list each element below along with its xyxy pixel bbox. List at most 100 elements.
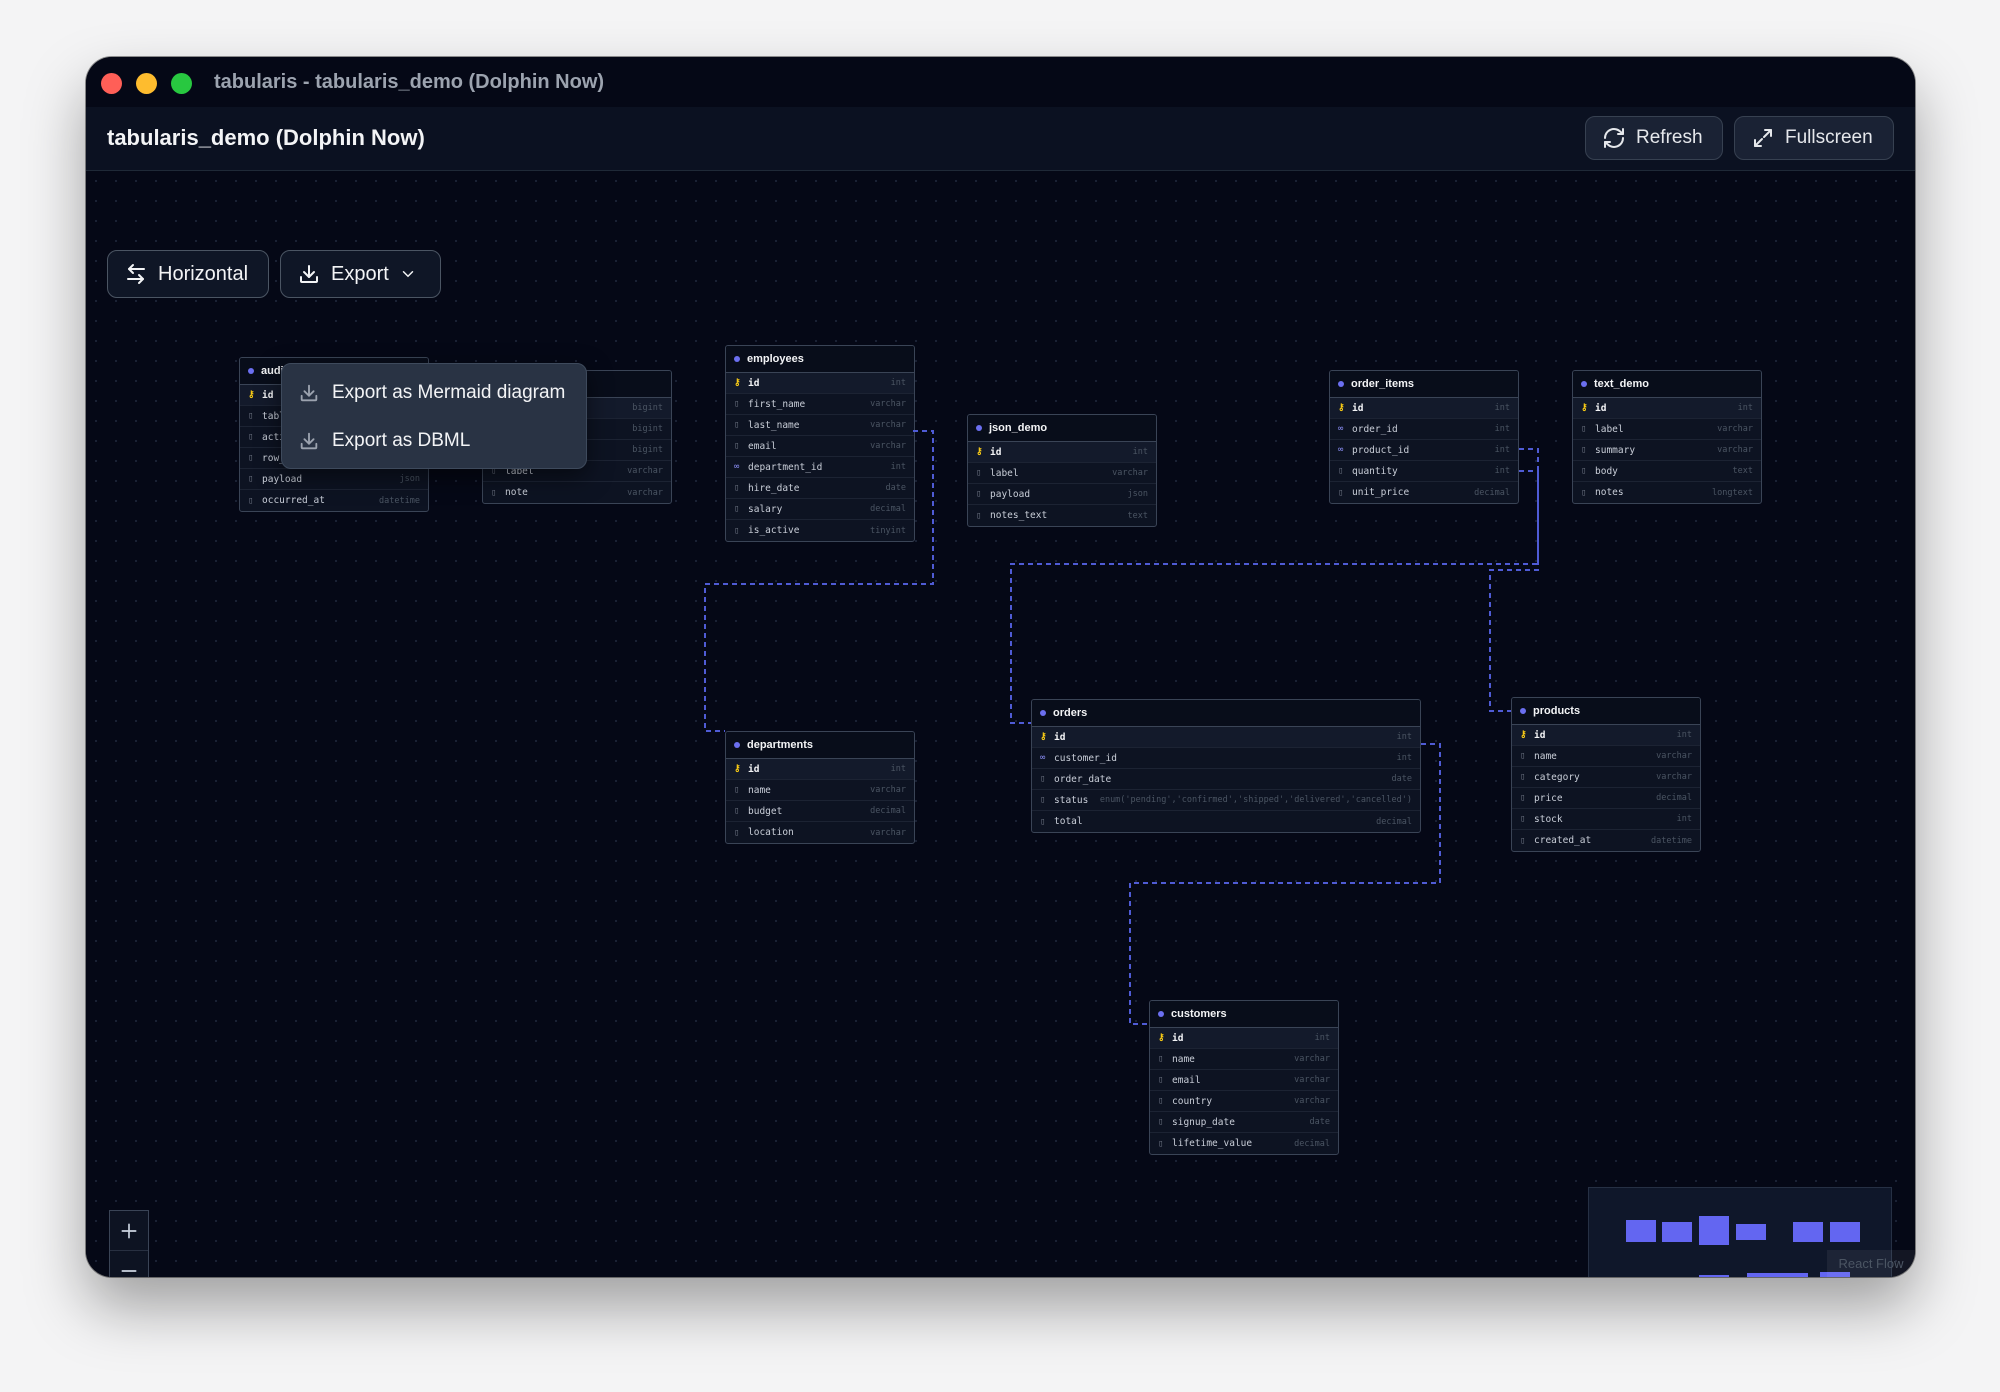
minus-icon [121,1269,137,1272]
column-row[interactable]: ▯ status enum('pending','confirmed','shipp… [1032,790,1420,811]
column-row[interactable]: ⚷ id int [1512,725,1700,746]
column-row[interactable]: ▯ label varchar [968,463,1156,484]
column-row[interactable]: ▯ email varchar [726,436,914,457]
column-row[interactable]: ▯ note varchar [483,482,671,503]
foreign-key-link-icon: ∞ [1338,424,1344,434]
column-row[interactable]: ▯ signup_date date [1150,1112,1338,1133]
column-name: id [1534,729,1546,741]
column-name: lifetime_value [1172,1138,1253,1149]
table-node-customers[interactable]: customers ⚷ id int ▯ name varchar ▯ email varchar… [1149,1000,1339,1155]
column-icon: ▯ [1581,466,1587,476]
column-row[interactable]: ▯ category varchar [1512,767,1700,788]
column-row[interactable]: ▯ body text [1573,461,1761,482]
table-header[interactable]: departments [726,732,914,759]
column-row[interactable]: ▯ is_active tinyint [726,520,914,541]
column-icon: ▯ [1581,445,1587,455]
column-row[interactable]: ▯ country varchar [1150,1091,1338,1112]
table-header[interactable]: text_demo [1573,371,1761,398]
column-icon: ▯ [1520,835,1526,846]
column-row[interactable]: ▯ payload json [240,469,428,490]
react-flow-attribution[interactable]: React Flow [1827,1250,1915,1277]
table-node-products[interactable]: products ⚷ id int ▯ name varchar ▯ category varch… [1511,697,1701,852]
table-node-departments[interactable]: departments ⚷ id int ▯ name varchar ▯ budget deci… [725,731,915,844]
column-row[interactable]: ▯ hire_date date [726,478,914,499]
column-row[interactable]: ▯ label varchar [1573,419,1761,440]
table-header[interactable]: products [1512,698,1700,725]
column-row[interactable]: ▯ first_name varchar [726,394,914,415]
column-row[interactable]: ⚷ id int [1573,398,1761,419]
zoom-in-button[interactable] [110,1211,148,1251]
column-row[interactable]: ∞ customer_id int [1032,748,1420,769]
column-row[interactable]: ⚷ id int [1330,398,1518,419]
column-row[interactable]: ▯ notes longtext [1573,482,1761,503]
column-row[interactable]: ▯ location varchar [726,822,914,843]
table-header[interactable]: order_items [1330,371,1518,398]
export-mermaid-item[interactable]: Export as Mermaid diagram [298,373,565,413]
column-row[interactable]: ▯ name varchar [1512,746,1700,767]
column-row[interactable]: ▯ budget decimal [726,801,914,822]
close-window-button[interactable] [101,73,122,94]
column-icon: ▯ [1520,772,1526,782]
maximize-window-button[interactable] [171,73,192,94]
minimize-window-button[interactable] [136,73,157,94]
column-row[interactable]: ▯ price decimal [1512,788,1700,809]
column-row[interactable]: ∞ order_id int [1330,419,1518,440]
primary-key-icon: ⚷ [976,447,983,457]
column-row[interactable]: ▯ occurred_at datetime [240,490,428,511]
column-row[interactable]: ▯ email varchar [1150,1070,1338,1091]
column-row[interactable]: ▯ name varchar [1150,1049,1338,1070]
table-node-order-items[interactable]: order_items ⚷ id int ∞ order_idint ∞ product_id… [1329,370,1519,504]
column-icon: ▯ [248,411,254,421]
download-icon [300,265,318,283]
column-row[interactable]: ▯ total decimal [1032,811,1420,832]
column-type: text [1732,466,1753,476]
column-row[interactable]: ⚷ id int [1150,1028,1338,1049]
column-row[interactable]: ▯ unit_price decimal [1330,482,1518,503]
export-dropdown-button[interactable]: Export [280,250,441,298]
refresh-button[interactable]: Refresh [1585,116,1723,160]
export-dbml-item[interactable]: Export as DBML [298,421,470,461]
table-name: employees [747,353,804,365]
column-name: id [1595,402,1607,414]
column-type: int [1494,445,1510,455]
column-row[interactable]: ▯ quantity int [1330,461,1518,482]
table-node-employees[interactable]: employees ⚷ id int ▯ first_name varchar ▯ last_n… [725,345,915,542]
column-row[interactable]: ▯ payload json [968,484,1156,505]
column-row[interactable]: ▯ order_date date [1032,769,1420,790]
column-row[interactable]: ▯ notes_text text [968,505,1156,526]
column-row[interactable]: ▯ name varchar [726,780,914,801]
column-row[interactable]: ▯ created_at datetime [1512,830,1700,851]
table-header[interactable]: customers [1150,1001,1338,1028]
layout-toggle-button[interactable]: Horizontal [107,250,269,298]
column-row[interactable]: ▯ summary varchar [1573,440,1761,461]
column-row[interactable]: ∞ product_id int [1330,440,1518,461]
column-name: order_id [1352,423,1398,435]
foreign-key-link-icon: ∞ [1040,753,1046,763]
column-row[interactable]: ▯ lifetime_value decimal [1150,1133,1338,1154]
column-row[interactable]: ⚷ id int [726,373,914,394]
column-type: varchar [870,785,906,795]
primary-key-icon: ⚷ [1338,403,1345,413]
column-row[interactable]: ⚷ id int [1032,727,1420,748]
table-name: departments [747,739,814,751]
column-name: total [1054,816,1083,827]
column-row[interactable]: ▯ salary decimal [726,499,914,520]
column-row[interactable]: ⚷ id int [726,759,914,780]
diagram-canvas[interactable]: Horizontal Export Export as Mermaid diag… [86,171,1915,1277]
column-row[interactable]: ∞ department_id int [726,457,914,478]
table-header[interactable]: json_demo [968,415,1156,442]
column-name: country [1172,1095,1213,1107]
column-name: created_at [1534,835,1592,846]
primary-key-icon: ⚷ [1581,403,1588,413]
table-node-text-demo[interactable]: text_demo ⚷ id int ▯ label varchar ▯ summary varc… [1572,370,1762,504]
fullscreen-button[interactable]: Fullscreen [1734,116,1894,160]
table-header[interactable]: orders [1032,700,1420,727]
table-node-json-demo[interactable]: json_demo ⚷ id int ▯ label varchar ▯ payload json… [967,414,1157,527]
column-row[interactable]: ▯ last_name varchar [726,415,914,436]
table-node-orders[interactable]: orders ⚷ id int ∞ customer_id int ▯ order_date da… [1031,699,1421,833]
column-row[interactable]: ▯ stock int [1512,809,1700,830]
table-header[interactable]: employees [726,346,914,373]
zoom-out-button[interactable] [110,1251,148,1277]
column-name: last_name [748,419,800,431]
column-row[interactable]: ⚷ id int [968,442,1156,463]
